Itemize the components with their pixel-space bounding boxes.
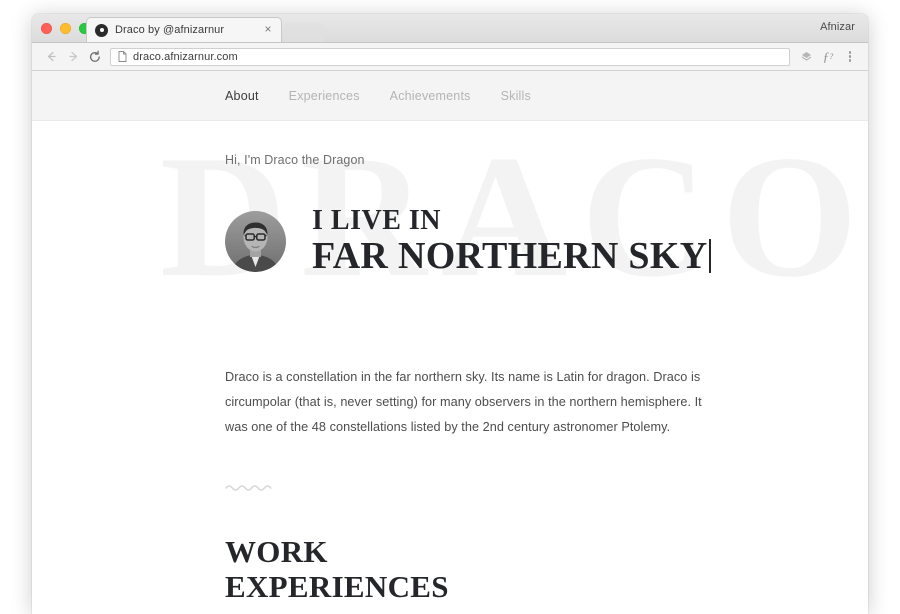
hero-headline-line1: I LIVE IN: [312, 205, 441, 237]
three-dot-menu-icon[interactable]: [840, 47, 860, 67]
browser-tab[interactable]: Draco by @afnizarnur ×: [86, 17, 282, 42]
nav-item-skills[interactable]: Skills: [501, 89, 531, 103]
reload-icon[interactable]: [84, 46, 106, 68]
text-cursor-caret: [709, 239, 712, 274]
page-document-icon: [118, 51, 127, 62]
close-window-button[interactable]: [41, 23, 52, 34]
draco-favicon: [95, 23, 108, 37]
nav-item-about[interactable]: About: [225, 89, 259, 103]
browser-toolbar: draco.afnizarnur.com ƒ?: [32, 43, 868, 71]
nav-item-achievements[interactable]: Achievements: [390, 89, 471, 103]
hero-greeting: Hi, I'm Draco the Dragon: [225, 153, 365, 167]
hero-headline-line2: FAR NORTHERN SKY: [312, 235, 712, 278]
minimize-window-button[interactable]: [60, 23, 71, 34]
browser-profile-name[interactable]: Afnizar: [820, 21, 855, 33]
work-title-line1: WORK: [225, 534, 328, 570]
extension-diamond-icon[interactable]: [796, 47, 816, 67]
back-arrow-icon[interactable]: [40, 46, 62, 68]
work-section-title: WORK EXPERIENCES: [225, 535, 868, 604]
script-function-icon[interactable]: ƒ?: [818, 47, 838, 67]
intro-paragraph: Draco is a constellation in the far nort…: [225, 370, 702, 434]
browser-tab-title: Draco by @afnizarnur: [115, 24, 225, 36]
address-bar[interactable]: draco.afnizarnur.com: [110, 47, 790, 66]
section-divider: [32, 479, 868, 497]
forward-arrow-icon[interactable]: [62, 46, 84, 68]
address-bar-url: draco.afnizarnur.com: [133, 50, 238, 63]
work-experiences-section: WORK EXPERIENCES 2014-2015 PT Traveloka …: [32, 535, 868, 614]
intro-section: Draco is a constellation in the far nort…: [32, 365, 868, 439]
squiggle-divider-icon: [225, 485, 272, 492]
close-icon[interactable]: ×: [261, 23, 275, 37]
toolbar-icon-group: ƒ?: [796, 47, 860, 67]
page-viewport: About Experiences Achievements Skills DR…: [32, 71, 868, 614]
browser-titlebar: Draco by @afnizarnur × Afnizar: [32, 14, 868, 43]
hero-headline-line2-text: FAR NORTHERN SKY: [312, 235, 708, 278]
browser-window: Draco by @afnizarnur × Afnizar draco.afn…: [32, 14, 868, 614]
site-navigation: About Experiences Achievements Skills: [32, 71, 868, 121]
hero-section: DRACO Hi, I'm Draco the Dragon I LIVE IN…: [32, 121, 868, 361]
window-controls: [41, 23, 90, 34]
nav-item-experiences[interactable]: Experiences: [289, 89, 360, 103]
hero-headline: I LIVE IN FAR NORTHERN SKY: [312, 205, 712, 278]
tab-strip-background: [284, 23, 324, 42]
profile-avatar: [225, 210, 286, 272]
